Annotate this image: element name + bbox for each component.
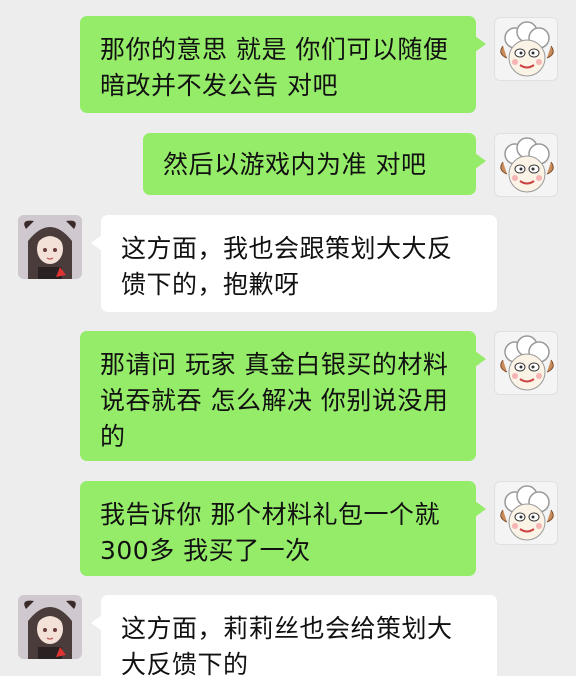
sheep-avatar-icon[interactable]: [494, 331, 558, 395]
sheep-avatar-icon[interactable]: [494, 133, 558, 197]
message-text: 我告诉你 那个材料礼包一个就300多 我买了一次: [100, 500, 440, 565]
message-bubble-sent[interactable]: 我告诉你 那个材料礼包一个就300多 我买了一次: [80, 481, 486, 576]
message-text: 那你的意思 就是 你们可以随便暗改并不发公告 对吧: [100, 35, 449, 100]
sheep-avatar-icon[interactable]: [494, 481, 558, 545]
message-text: 这方面，莉莉丝也会给策划大大反馈下的: [121, 614, 453, 676]
sheep-avatar-icon[interactable]: [494, 17, 558, 81]
girl-avatar-icon[interactable]: [18, 595, 82, 659]
message-text: 然后以游戏内为准 对吧: [163, 150, 427, 179]
message-bubble-sent[interactable]: 然后以游戏内为准 对吧: [143, 133, 486, 195]
message-bubble-sent[interactable]: 那你的意思 就是 你们可以随便暗改并不发公告 对吧: [80, 16, 486, 113]
message-bubble-sent[interactable]: 那请问 玩家 真金白银买的材料 说吞就吞 怎么解决 你别说没用的: [80, 331, 486, 461]
girl-avatar-icon[interactable]: [18, 215, 82, 279]
message-bubble-received[interactable]: 这方面，我也会跟策划大大反馈下的，抱歉呀: [91, 215, 497, 312]
message-text: 这方面，我也会跟策划大大反馈下的，抱歉呀: [121, 234, 453, 299]
message-bubble-received[interactable]: 这方面，莉莉丝也会给策划大大反馈下的: [91, 595, 497, 676]
message-text: 那请问 玩家 真金白银买的材料 说吞就吞 怎么解决 你别说没用的: [100, 350, 449, 451]
chat-window: 那你的意思 就是 你们可以随便暗改并不发公告 对吧 然后以游戏内为准 对吧 这方…: [0, 0, 576, 676]
